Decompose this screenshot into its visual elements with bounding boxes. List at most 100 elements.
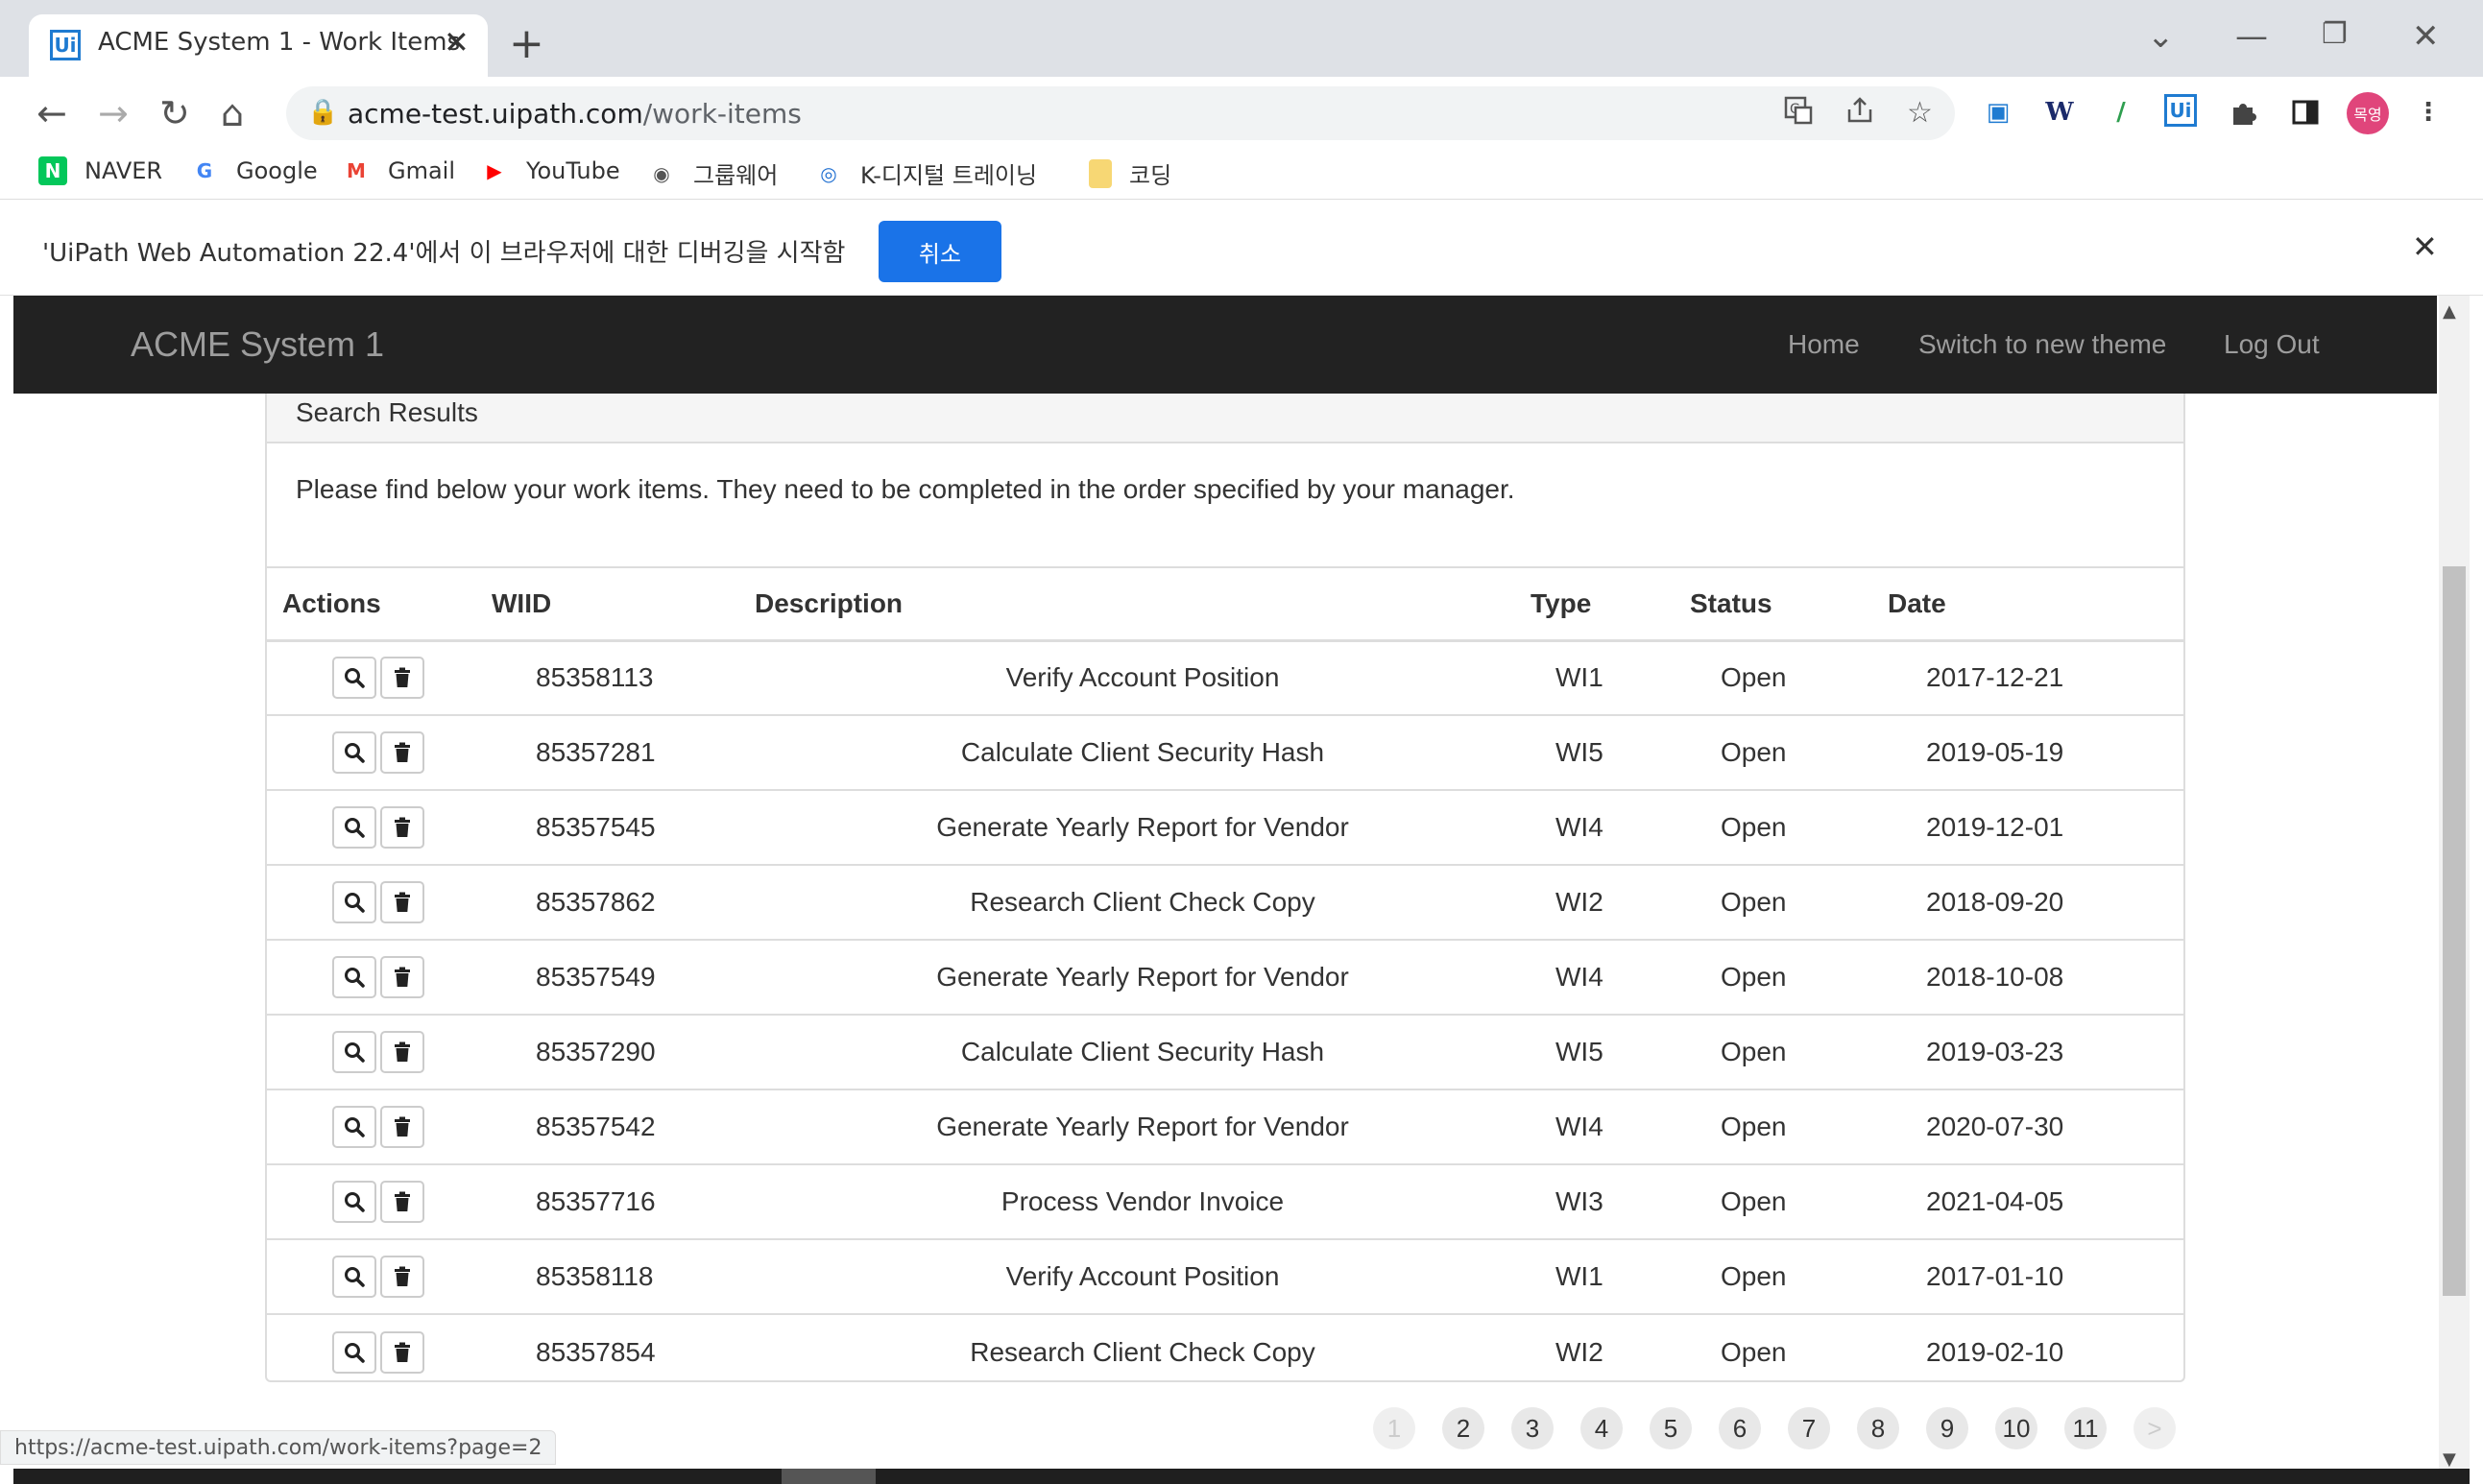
new-tab-button[interactable]: + — [509, 19, 544, 68]
profile-avatar[interactable]: 목영 — [2347, 92, 2389, 134]
delete-button[interactable] — [380, 657, 424, 700]
bookmark-google[interactable]: G Google — [190, 156, 318, 185]
tab-title: ACME System 1 - Work Items — [98, 28, 461, 57]
restore-button[interactable]: ❐ — [2322, 17, 2348, 51]
bookmark-gmail[interactable]: M Gmail — [342, 156, 455, 185]
extension-translate-icon[interactable]: ▣ — [1980, 94, 2016, 131]
reload-button[interactable]: ↻ — [159, 92, 190, 134]
nav-logout-link[interactable]: Log Out — [2224, 329, 2320, 360]
cell-type: WI5 — [1555, 737, 1603, 767]
cell-wiid: 85357290 — [536, 1037, 656, 1066]
cell-wiid: 85357545 — [536, 812, 656, 842]
delete-button[interactable] — [380, 1031, 424, 1073]
horizontal-scrollbar-thumb[interactable] — [782, 1469, 876, 1484]
extension-pen-icon[interactable]: / — [2103, 94, 2139, 131]
page-1-button[interactable]: 1 — [1373, 1407, 1415, 1449]
cell-description: Generate Yearly Report for Vendor — [936, 962, 1349, 992]
minimize-button[interactable]: — — [2235, 17, 2268, 56]
browser-menu-icon[interactable]: ⋮ — [2410, 94, 2447, 131]
cell-status: Open — [1721, 812, 1787, 842]
window-close-button[interactable]: ✕ — [2412, 17, 2440, 56]
page-4-button[interactable]: 4 — [1580, 1407, 1623, 1449]
page-8-button[interactable]: 8 — [1857, 1407, 1899, 1449]
row-actions — [267, 1239, 492, 1314]
home-button[interactable]: ⌂ — [221, 92, 244, 134]
view-details-button[interactable] — [332, 956, 376, 998]
bookmark-star-icon[interactable]: ☆ — [1907, 96, 1933, 130]
view-details-button[interactable] — [332, 881, 376, 923]
delete-button[interactable] — [380, 1106, 424, 1148]
table-row: 85357549 Generate Yearly Report for Vendo… — [267, 940, 2183, 1015]
view-details-button[interactable] — [332, 806, 376, 849]
bookmark-youtube[interactable]: ▶ YouTube — [480, 156, 619, 185]
back-button[interactable]: ← — [36, 92, 67, 134]
scroll-down-arrow-icon[interactable]: ▼ — [2443, 1449, 2456, 1470]
cell-type: WI4 — [1555, 962, 1603, 992]
url-path: /work-items — [642, 98, 802, 130]
cell-description: Verify Account Position — [1005, 662, 1280, 693]
cell-date: 2019-03-23 — [1926, 1037, 2064, 1066]
delete-button[interactable] — [380, 956, 424, 998]
lock-icon[interactable]: 🔒 — [307, 98, 338, 127]
bookmark-label: K-디지털 트레이닝 — [860, 162, 1038, 189]
cell-date: 2017-01-10 — [1926, 1261, 2064, 1291]
extension-w-icon[interactable]: W — [2041, 94, 2078, 131]
view-details-button[interactable] — [332, 657, 376, 700]
page-7-button[interactable]: 7 — [1788, 1407, 1830, 1449]
delete-button[interactable] — [380, 806, 424, 849]
address-bar[interactable]: 🔒 acme-test.uipath.com/work-items G ☆ — [286, 86, 1955, 140]
extension-uipath-icon[interactable]: Ui — [2164, 94, 2197, 127]
delete-button[interactable] — [380, 1256, 424, 1298]
bookmark-globe[interactable]: ◉ 그룹웨어 — [647, 156, 778, 190]
cell-type: WI2 — [1555, 1336, 1603, 1367]
tab-search-icon[interactable]: ⌄ — [2147, 17, 2175, 56]
page-6-button[interactable]: 6 — [1719, 1407, 1761, 1449]
table-row: 85357290 Calculate Client Security Hash WI… — [267, 1015, 2183, 1089]
view-details-button[interactable] — [332, 731, 376, 774]
url-text[interactable]: acme-test.uipath.com/work-items — [348, 98, 802, 130]
globe-icon: ◉ — [653, 161, 670, 185]
delete-button[interactable] — [380, 1330, 424, 1374]
infobar-close-icon[interactable]: ✕ — [2412, 228, 2438, 265]
delete-button[interactable] — [380, 731, 424, 774]
next-page-button[interactable]: > — [2133, 1407, 2176, 1449]
debug-infobar: 'UiPath Web Automation 22.4'에서 이 브라우저에 대… — [0, 200, 2483, 296]
horizontal-scrollbar[interactable] — [13, 1469, 2470, 1484]
view-details-button[interactable] — [332, 1330, 376, 1374]
view-details-button[interactable] — [332, 1256, 376, 1298]
view-details-button[interactable] — [332, 1181, 376, 1223]
cell-status: Open — [1721, 1112, 1787, 1141]
app-brand[interactable]: ACME System 1 — [131, 324, 384, 365]
browser-tab[interactable]: Ui ACME System 1 - Work Items ✕ — [29, 14, 488, 77]
tab-close-icon[interactable]: ✕ — [444, 24, 470, 60]
scroll-up-arrow-icon[interactable]: ▲ — [2443, 301, 2456, 322]
row-actions — [267, 640, 492, 715]
page-5-button[interactable]: 5 — [1650, 1407, 1692, 1449]
page-9-button[interactable]: 9 — [1926, 1407, 1968, 1449]
search-icon — [344, 892, 365, 913]
bookmark-naver[interactable]: N NAVER — [38, 156, 162, 185]
forward-button[interactable]: → — [98, 92, 129, 134]
page-2-button[interactable]: 2 — [1442, 1407, 1484, 1449]
scrollbar-thumb[interactable] — [2443, 566, 2466, 1296]
side-panel-icon[interactable] — [2287, 94, 2324, 131]
search-icon — [344, 742, 365, 763]
bookmark-kdt[interactable]: ◎ K-디지털 트레이닝 — [814, 156, 1037, 190]
page-3-button[interactable]: 3 — [1511, 1407, 1554, 1449]
bookmark-folder[interactable]: 코딩 — [1089, 156, 1171, 190]
share-icon[interactable] — [1845, 96, 1874, 132]
panel-title: Search Results — [296, 397, 478, 427]
nav-switch-theme-link[interactable]: Switch to new theme — [1918, 329, 2166, 360]
extensions-puzzle-icon[interactable] — [2226, 94, 2262, 131]
delete-button[interactable] — [380, 881, 424, 923]
translate-icon[interactable]: G — [1784, 96, 1813, 132]
view-details-button[interactable] — [332, 1031, 376, 1073]
delete-button[interactable] — [380, 1181, 424, 1223]
page-10-button[interactable]: 10 — [1995, 1407, 2037, 1449]
page-11-button[interactable]: 11 — [2064, 1407, 2107, 1449]
vertical-scrollbar[interactable]: ▲ ▼ — [2439, 296, 2470, 1478]
view-details-button[interactable] — [332, 1106, 376, 1148]
infobar-cancel-button[interactable]: 취소 — [879, 221, 1001, 282]
cell-date: 2020-07-30 — [1926, 1112, 2064, 1141]
nav-home-link[interactable]: Home — [1788, 329, 1860, 360]
